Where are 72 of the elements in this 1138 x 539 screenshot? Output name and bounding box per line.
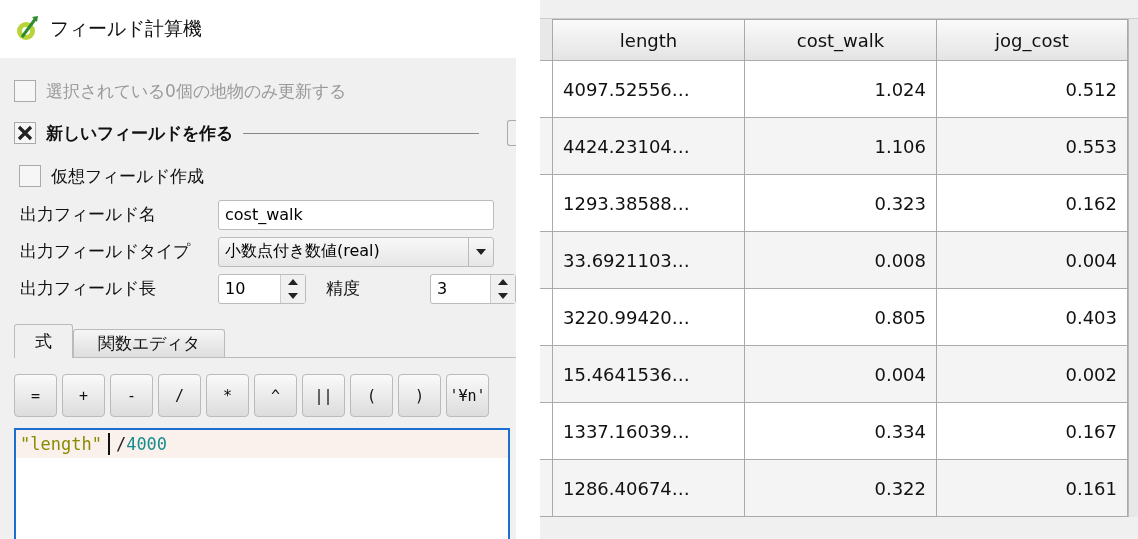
field-label: 出力フィールドタイプ <box>19 240 192 263</box>
table-cell: 1.106 <box>745 118 937 175</box>
operator-button[interactable]: / <box>158 374 201 417</box>
table-cell: 0.323 <box>745 175 937 232</box>
checkbox[interactable] <box>14 122 36 144</box>
name-field[interactable]: cost_walk <box>218 199 494 230</box>
row-header[interactable] <box>540 403 553 460</box>
table-cell: 0.008 <box>745 232 937 289</box>
table-cell: 0.161 <box>937 460 1128 517</box>
table-cell: 15.4641536… <box>553 346 745 403</box>
operator-button[interactable]: '¥n' <box>446 374 489 417</box>
table-cell: 3220.99420… <box>553 289 745 346</box>
expression-editor[interactable]: "length" /4000 <box>14 428 510 539</box>
window-title: フィールド計算機 <box>50 16 202 41</box>
row-header[interactable] <box>540 460 553 517</box>
row-header[interactable] <box>540 289 553 346</box>
operator-button[interactable]: || <box>302 374 345 417</box>
table-cell: 1.024 <box>745 61 937 118</box>
operator-button[interactable]: ^ <box>254 374 297 417</box>
column-header[interactable] <box>540 19 553 61</box>
table-cell: 0.403 <box>937 289 1128 346</box>
text-cursor <box>107 433 110 455</box>
row-header[interactable] <box>540 118 553 175</box>
dropdown-arrow-icon <box>476 248 486 255</box>
table-cell: 4097.52556… <box>553 61 745 118</box>
expression-token: "length" <box>20 434 102 454</box>
table-cell: 0.334 <box>745 403 937 460</box>
table-cell: 0.004 <box>745 346 937 403</box>
operator-button[interactable]: * <box>206 374 249 417</box>
table-cell: 1293.38588… <box>553 175 745 232</box>
app-logo-icon <box>14 15 40 43</box>
field-label: 精度 <box>325 277 361 300</box>
operator-button[interactable]: + <box>62 374 105 417</box>
spin-arrows-icon[interactable] <box>490 274 515 303</box>
table-cell: 1337.16039… <box>553 403 745 460</box>
tab[interactable]: 式 <box>14 324 73 358</box>
column-header[interactable]: jog_cost <box>937 19 1128 61</box>
column-header[interactable]: length <box>553 19 745 61</box>
row-header[interactable] <box>540 232 553 289</box>
table-cell: 0.512 <box>937 61 1128 118</box>
operator-button[interactable]: = <box>14 374 57 417</box>
row-header[interactable] <box>540 346 553 403</box>
table-cell: 1286.40674… <box>553 460 745 517</box>
precision-spinbox[interactable]: 3 <box>430 273 516 304</box>
row-header[interactable] <box>540 175 553 232</box>
checkbox-label: 選択されている0個の地物のみ更新する <box>46 79 346 103</box>
operator-button[interactable]: ( <box>350 374 393 417</box>
group-title: 新しいフィールドを作る <box>46 121 233 145</box>
table-cell: 33.6921103… <box>553 232 745 289</box>
expression-token: 4000 <box>126 434 168 454</box>
field-label: 出力フィールド長 <box>19 277 157 300</box>
checkbox[interactable] <box>19 165 41 187</box>
table-cell: 0.002 <box>937 346 1128 403</box>
tab[interactable]: 関数エディタ <box>73 329 225 357</box>
row-header[interactable] <box>540 61 553 118</box>
operator-button[interactable]: ) <box>398 374 441 417</box>
table-cell: 0.004 <box>937 232 1128 289</box>
spin-arrows-icon[interactable] <box>280 274 305 303</box>
length-spinbox[interactable]: 10 <box>218 273 306 304</box>
field-edge <box>507 120 516 146</box>
column-header[interactable]: cost_walk <box>745 19 937 61</box>
table-cell: 0.805 <box>745 289 937 346</box>
checkbox-label: 仮想フィールド作成 <box>51 164 204 188</box>
type-dropdown[interactable]: 小数点付き数値(real) <box>218 236 494 267</box>
table-cell: 4424.23104… <box>553 118 745 175</box>
expression-token: / <box>115 434 127 454</box>
operator-button[interactable]: - <box>110 374 153 417</box>
table-cell: 0.167 <box>937 403 1128 460</box>
table-cell: 0.162 <box>937 175 1128 232</box>
table-cell: 0.322 <box>745 460 937 517</box>
field-label: 出力フィールド名 <box>19 203 157 226</box>
table-cell: 0.553 <box>937 118 1128 175</box>
